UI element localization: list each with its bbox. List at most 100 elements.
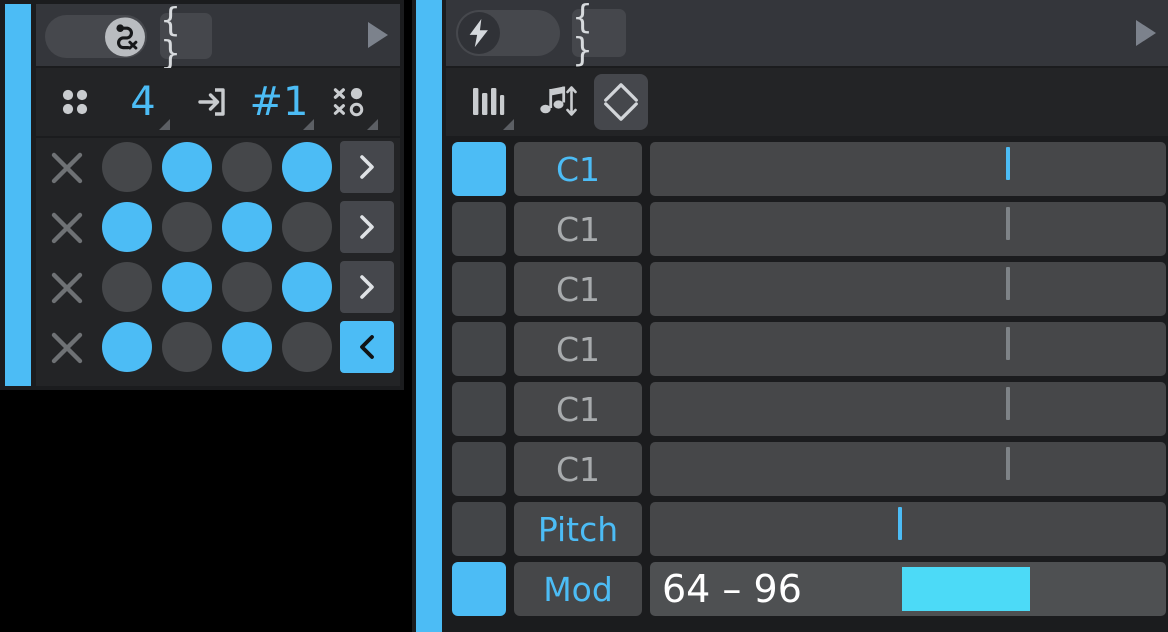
grid-row-4-clear-button[interactable] xyxy=(40,326,94,370)
left-panel: { } 4 #1 xyxy=(0,0,404,390)
grid-step[interactable] xyxy=(102,142,152,192)
chevron-right-icon xyxy=(360,155,374,179)
lane-pitch: Pitch xyxy=(446,500,1168,560)
pattern-number-value[interactable]: #1 xyxy=(242,68,316,136)
lane-slider-tick xyxy=(1006,207,1010,240)
left-toolbar: 4 #1 xyxy=(36,68,400,136)
lane-slider-track[interactable] xyxy=(650,442,1166,496)
left-topbar: { } xyxy=(36,3,400,69)
pattern-number-corner-icon xyxy=(303,119,314,130)
lane-label[interactable]: C1 xyxy=(514,442,642,496)
lane-enable-swatch[interactable] xyxy=(452,442,506,496)
lane-range-track[interactable]: 64 – 96 xyxy=(650,562,1166,616)
lane-label[interactable]: C1 xyxy=(514,322,642,376)
play-icon[interactable] xyxy=(368,22,388,48)
left-panel-accent-rail xyxy=(5,4,31,386)
lane-label[interactable]: Pitch xyxy=(514,502,642,556)
lane-slider-track[interactable] xyxy=(650,322,1166,376)
grid-row-1-direction-button[interactable] xyxy=(340,141,394,193)
lane-range-fill xyxy=(902,567,1030,611)
lane-slider-track[interactable] xyxy=(650,262,1166,316)
steps-value[interactable]: 4 xyxy=(112,68,174,136)
grid-step[interactable] xyxy=(222,322,272,372)
grid-step[interactable] xyxy=(282,322,332,372)
steps-value-label: 4 xyxy=(130,79,156,125)
lane-enable-swatch[interactable] xyxy=(452,202,506,256)
brace-button[interactable]: { } xyxy=(572,0,626,66)
velocity-toggle-knob[interactable] xyxy=(458,12,500,54)
lane-note-3: C1 xyxy=(446,260,1168,320)
grid-step[interactable] xyxy=(102,202,152,252)
chevron-left-icon xyxy=(360,335,374,359)
grid-row-3-clear-button[interactable] xyxy=(40,266,94,310)
lane-enable-swatch[interactable] xyxy=(452,142,506,196)
randomize-icon[interactable] xyxy=(318,68,380,136)
grid-row-3-direction-button[interactable] xyxy=(340,261,394,313)
lane-slider-track[interactable] xyxy=(650,202,1166,256)
grid-step[interactable] xyxy=(102,262,152,312)
steps-value-corner-icon xyxy=(159,119,170,130)
lane-enable-swatch[interactable] xyxy=(452,262,506,316)
grid-step[interactable] xyxy=(222,202,272,252)
lane-mod: Mod 64 – 96 xyxy=(446,560,1168,622)
piano-keys-icon[interactable] xyxy=(456,68,518,136)
lane-note-6: C1 xyxy=(446,440,1168,500)
note-updown-icon[interactable] xyxy=(526,68,588,136)
lane-enable-swatch[interactable] xyxy=(452,502,506,556)
grid-row-1-clear-button[interactable] xyxy=(40,146,94,190)
grid-dots-icon[interactable] xyxy=(46,68,104,136)
lane-enable-swatch[interactable] xyxy=(452,322,506,376)
lane-slider-tick xyxy=(1006,387,1010,420)
close-icon xyxy=(51,212,83,244)
grid-row-2 xyxy=(36,198,400,258)
grid-step[interactable] xyxy=(162,322,212,372)
grid-step[interactable] xyxy=(162,142,212,192)
lane-label[interactable]: C1 xyxy=(514,382,642,436)
grid-step[interactable] xyxy=(282,202,332,252)
grid-step[interactable] xyxy=(102,322,152,372)
lane-label[interactable]: C1 xyxy=(514,202,642,256)
lane-enable-swatch[interactable] xyxy=(452,562,506,616)
grid-step[interactable] xyxy=(282,262,332,312)
lane-slider-tick xyxy=(898,507,902,540)
lane-label[interactable]: C1 xyxy=(514,142,642,196)
lane-slider-track[interactable] xyxy=(650,382,1166,436)
right-topbar: { } xyxy=(446,0,1168,66)
path-route-x-icon xyxy=(116,24,138,50)
lane-enable-swatch[interactable] xyxy=(452,382,506,436)
grid-row-4-direction-button[interactable] xyxy=(340,321,394,373)
grid-row-2-clear-button[interactable] xyxy=(40,206,94,250)
lane-slider-tick xyxy=(1006,147,1010,180)
diamond-chevron-icon[interactable] xyxy=(594,74,648,130)
grid-step[interactable] xyxy=(282,142,332,192)
lane-slider-track[interactable] xyxy=(650,502,1166,556)
grid-row-3 xyxy=(36,258,400,318)
play-icon[interactable] xyxy=(1136,20,1156,46)
brace-button[interactable]: { } xyxy=(160,3,212,69)
route-clear-toggle-knob[interactable] xyxy=(105,17,145,56)
x-circle-matrix-icon xyxy=(333,87,364,117)
lane-slider-track[interactable] xyxy=(650,142,1166,196)
lane-label[interactable]: Mod xyxy=(514,562,642,616)
close-icon xyxy=(51,332,83,364)
piano-keys-icon xyxy=(473,88,505,115)
lightning-bolt-icon xyxy=(469,18,488,48)
grid-step[interactable] xyxy=(162,262,212,312)
piano-keys-corner-icon xyxy=(503,119,514,130)
diamond-updown-icon xyxy=(604,83,638,121)
grid-step[interactable] xyxy=(162,202,212,252)
grid-step[interactable] xyxy=(222,262,272,312)
lane-slider-tick xyxy=(1006,447,1010,480)
grid-row-1 xyxy=(36,138,400,198)
grid-row-4 xyxy=(36,318,400,378)
lane-label[interactable]: C1 xyxy=(514,262,642,316)
input-arrow-icon[interactable] xyxy=(182,68,240,136)
lane-range-value: 64 – 96 xyxy=(662,567,802,611)
velocity-toggle[interactable] xyxy=(456,10,560,56)
grid-row-2-direction-button[interactable] xyxy=(340,201,394,253)
lane-note-4: C1 xyxy=(446,320,1168,380)
route-clear-toggle[interactable] xyxy=(45,15,147,58)
grid-step[interactable] xyxy=(222,142,272,192)
lane-note-5: C1 xyxy=(446,380,1168,440)
pattern-number-label: #1 xyxy=(249,79,309,125)
